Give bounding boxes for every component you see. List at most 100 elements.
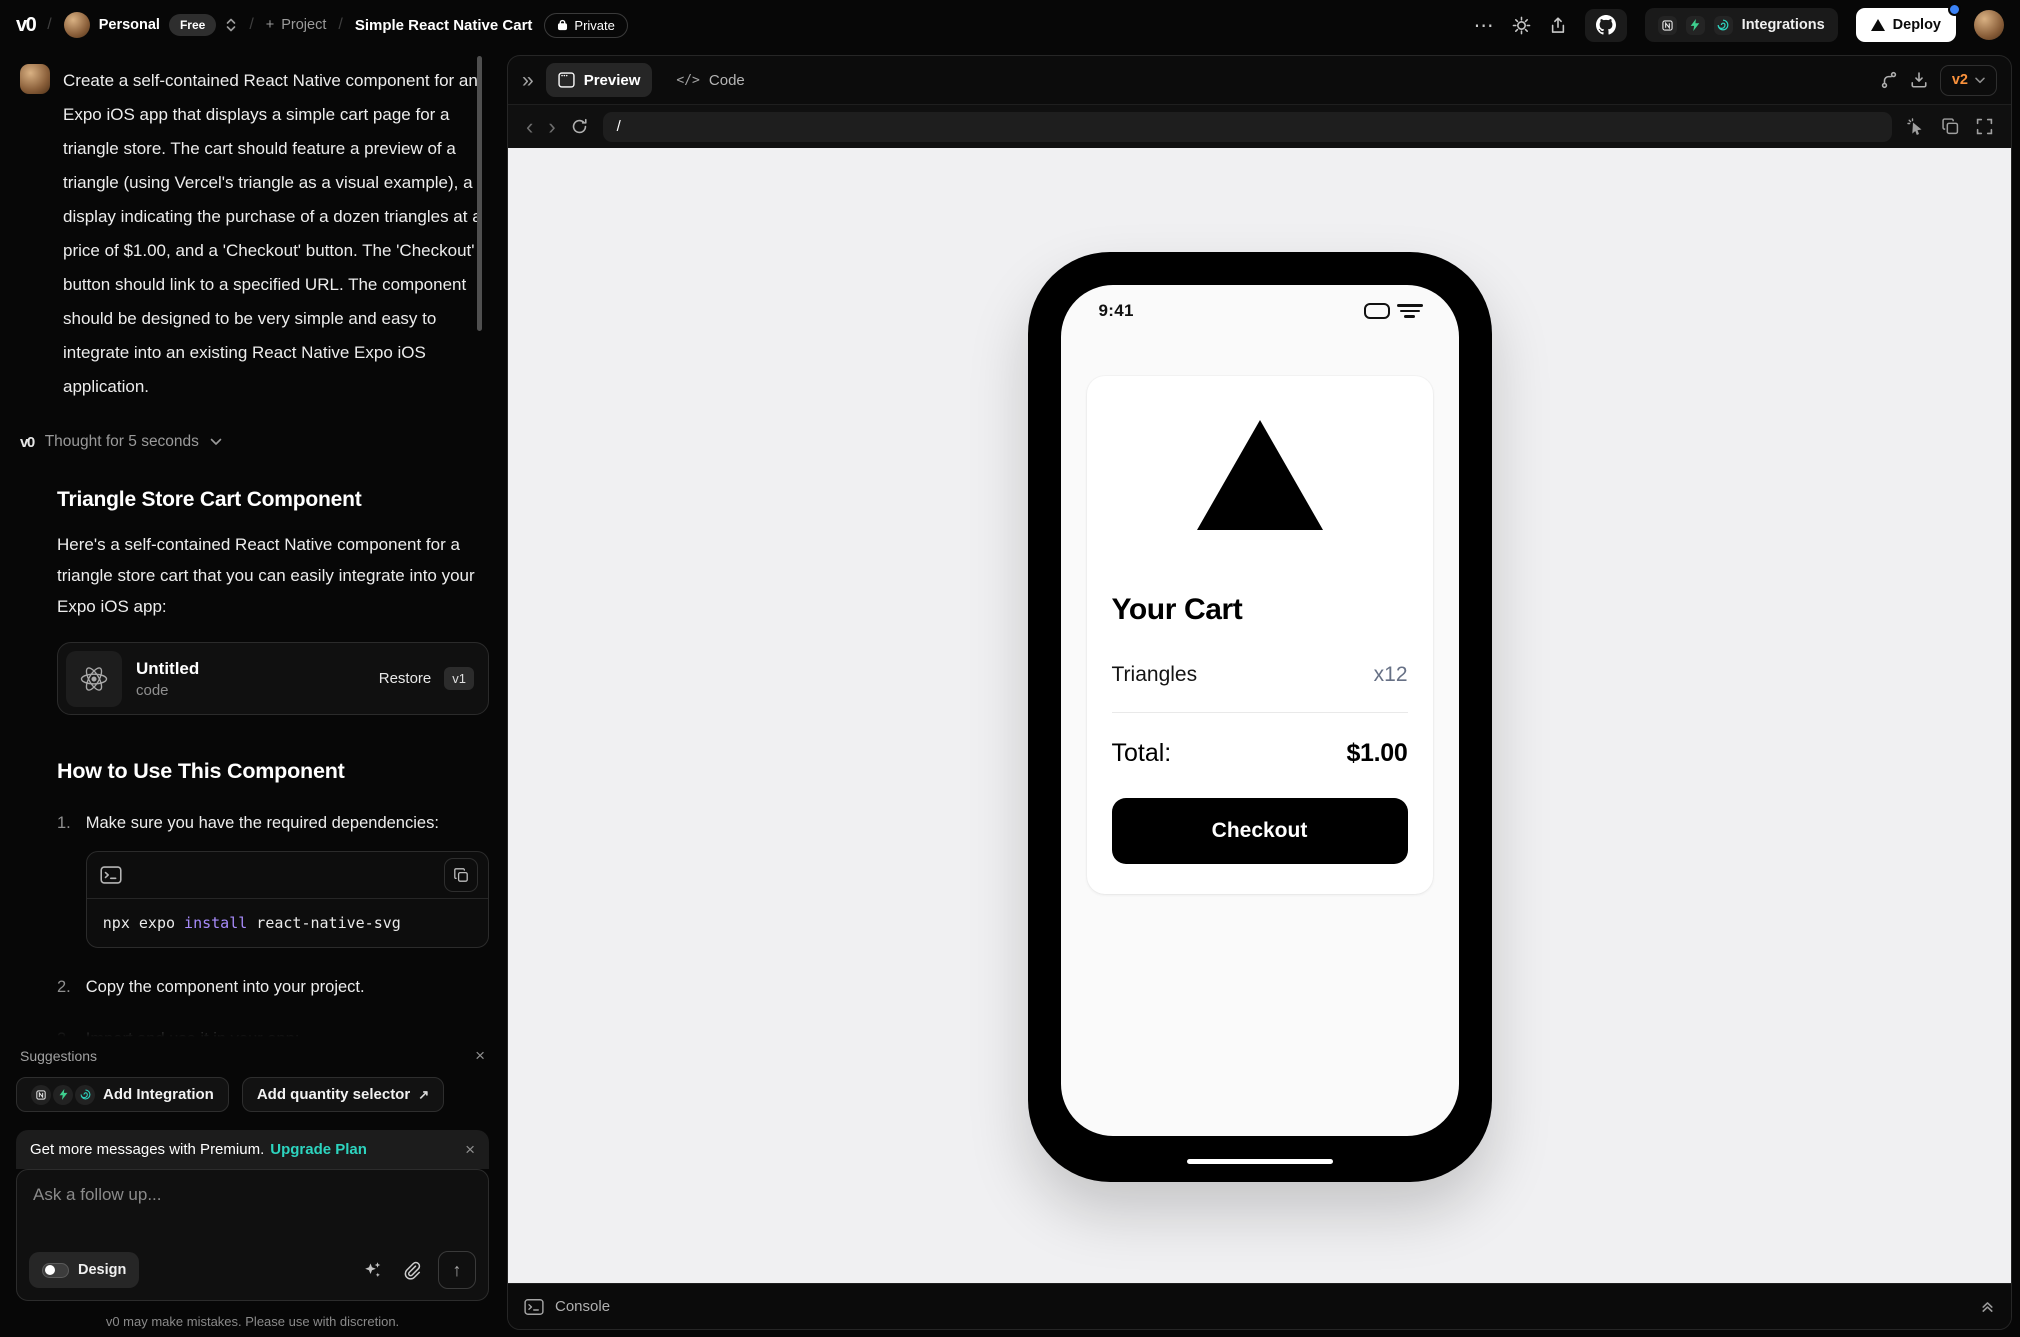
github-button[interactable]	[1584, 8, 1627, 42]
suggestions-label: Suggestions	[20, 1047, 98, 1064]
react-icon	[66, 650, 122, 707]
step-number: 1.	[57, 814, 71, 832]
user-avatar[interactable]	[1974, 10, 2004, 40]
team-switcher[interactable]: Personal Free	[63, 12, 238, 38]
sidebar-bottom: Suggestions × Add Integration Add quanti…	[0, 1007, 505, 1337]
spiral-icon	[75, 1084, 95, 1105]
terminal-icon	[100, 865, 122, 885]
code-block-install: npx expo install react-native-svg	[85, 851, 489, 948]
github-icon	[1595, 15, 1616, 35]
howto-title: How to Use This Component	[57, 759, 345, 783]
browser-window-icon	[558, 72, 575, 88]
premium-banner: Get more messages with Premium. Upgrade …	[16, 1130, 489, 1169]
download-icon[interactable]	[1910, 71, 1928, 89]
thought-row[interactable]: v0 Thought for 5 seconds	[20, 433, 485, 451]
iphone-mockup: 9:41 Your Cart Triangles x12 Total: $1.0…	[1027, 252, 1492, 1182]
step-1: 1. Make sure you have the required depen…	[57, 810, 489, 948]
tab-label: Code	[708, 71, 745, 89]
response-intro: Here's a self-contained React Native com…	[57, 535, 475, 616]
v0-logo[interactable]: v0	[16, 14, 37, 37]
version-label: v2	[1951, 72, 1968, 88]
tab-code[interactable]: </> Code	[664, 63, 756, 97]
cart-total-row: Total: $1.00	[1112, 739, 1408, 768]
console-bar[interactable]: Console	[508, 1283, 2011, 1329]
code-tag-icon: </>	[676, 72, 700, 88]
refresh-icon[interactable]	[571, 118, 588, 135]
phone-screen: 9:41 Your Cart Triangles x12 Total: $1.0…	[1060, 285, 1459, 1136]
forward-icon[interactable]: ›	[548, 115, 555, 138]
expand-sidebar-icon[interactable]: »	[522, 70, 534, 91]
step-text: Copy the component into your project.	[85, 978, 365, 996]
inspect-cursor-icon[interactable]	[1907, 117, 1925, 136]
terminal-icon	[524, 1298, 544, 1316]
chevrons-up-icon[interactable]	[1980, 1299, 1995, 1314]
breadcrumb-separator: /	[249, 16, 254, 33]
copy-button[interactable]	[444, 858, 478, 892]
team-name: Personal	[98, 17, 160, 33]
preview-toolbar: » Preview </> Code v2	[508, 56, 2011, 104]
plan-badge: Free	[168, 14, 217, 36]
composer: Design ↑	[16, 1169, 489, 1301]
followup-input[interactable]	[33, 1185, 472, 1205]
version-badge: v1	[444, 667, 474, 690]
new-project-button[interactable]: + Project	[266, 17, 327, 33]
premium-text: Get more messages with Premium.	[30, 1141, 265, 1158]
chevron-updown-icon[interactable]	[225, 17, 237, 33]
more-menu-icon[interactable]: ⋯	[1474, 13, 1494, 38]
total-label: Total:	[1111, 739, 1172, 767]
close-icon[interactable]: ×	[475, 1047, 485, 1064]
code-card-title: Untitled	[136, 658, 200, 678]
code-snippet[interactable]: npx expo install react-native-svg	[86, 898, 488, 947]
plus-icon: +	[265, 17, 275, 33]
cart-item-row: Triangles x12	[1111, 663, 1408, 713]
home-indicator	[1186, 1159, 1333, 1164]
sparkles-icon[interactable]	[362, 1259, 384, 1281]
upgrade-plan-link[interactable]: Upgrade Plan	[270, 1141, 367, 1158]
step-number: 2.	[57, 978, 71, 996]
design-toggle[interactable]: Design	[29, 1252, 140, 1288]
git-branch-icon[interactable]	[1880, 71, 1898, 89]
toggle-switch	[42, 1262, 69, 1278]
restore-button[interactable]: Restore	[379, 670, 432, 687]
suggestion-add-quantity-selector[interactable]: Add quantity selector ↗	[241, 1077, 445, 1112]
version-dropdown[interactable]: v2	[1939, 64, 1997, 96]
notification-dot	[1948, 3, 1961, 16]
team-avatar	[63, 12, 90, 38]
chevron-down-icon	[1975, 77, 1985, 83]
breadcrumb-separator: /	[47, 16, 52, 33]
tab-preview[interactable]: Preview	[545, 63, 653, 97]
deploy-button[interactable]: Deploy	[1855, 3, 1961, 42]
privacy-badge[interactable]: Private	[544, 12, 628, 38]
open-in-new-window-icon[interactable]	[1942, 118, 1959, 135]
topbar-actions: ⋯ Integrations Deploy	[1474, 3, 2004, 42]
chevron-down-icon	[210, 438, 222, 445]
notion-icon	[31, 1084, 51, 1105]
new-project-label: Project	[281, 17, 327, 33]
share-icon[interactable]	[1549, 16, 1567, 35]
settings-gear-icon[interactable]	[1512, 16, 1531, 35]
fullscreen-icon[interactable]	[1976, 118, 1993, 135]
chat-sidebar: Create a self-contained React Native com…	[0, 50, 505, 1337]
back-icon[interactable]: ‹	[526, 115, 533, 138]
bolt-icon	[53, 1084, 73, 1105]
code-version-card[interactable]: Untitled code Restore v1	[57, 642, 489, 715]
close-icon[interactable]: ×	[465, 1141, 475, 1158]
bolt-icon	[1685, 15, 1705, 35]
sidebar-scrollbar[interactable]	[477, 56, 482, 331]
integrations-button[interactable]: Integrations	[1644, 8, 1838, 42]
console-label: Console	[555, 1298, 611, 1315]
design-label: Design	[78, 1262, 127, 1278]
code-card-subtitle: code	[136, 681, 169, 699]
checkout-button[interactable]: Checkout	[1111, 798, 1408, 864]
privacy-label: Private	[574, 17, 615, 33]
item-name: Triangles	[1111, 663, 1198, 686]
notion-icon	[1657, 15, 1677, 35]
suggestion-add-integration[interactable]: Add Integration	[16, 1077, 229, 1112]
url-input[interactable]: /	[602, 111, 1892, 142]
send-button[interactable]: ↑	[438, 1251, 476, 1289]
cart-card: Your Cart Triangles x12 Total: $1.00 Che…	[1086, 376, 1433, 894]
project-title[interactable]: Simple React Native Cart	[355, 17, 533, 34]
attach-paperclip-icon[interactable]	[401, 1260, 421, 1281]
v0-assistant-logo: v0	[20, 433, 35, 451]
triangle-preview	[1196, 420, 1323, 530]
